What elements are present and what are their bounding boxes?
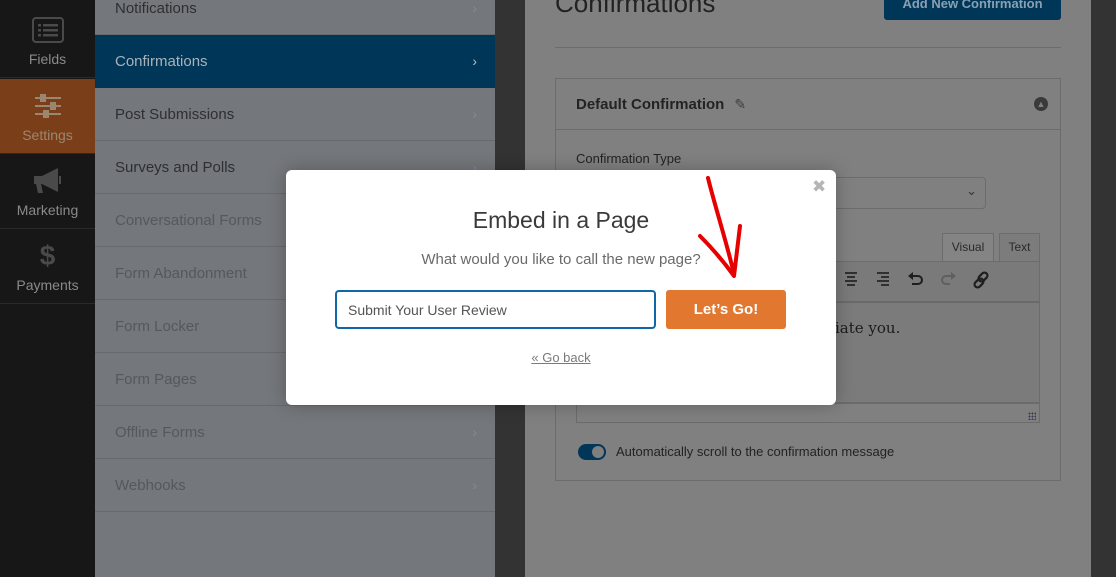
sliders-icon [34,91,62,121]
page-title: Confirmations [555,0,716,18]
rail-item-settings[interactable]: Settings [0,79,95,154]
chevron-right-icon: › [472,106,477,122]
align-center-icon[interactable] [843,271,859,292]
confirmation-panel-header[interactable]: Default Confirmation ✎ ▲ [556,79,1060,130]
divider [555,47,1061,48]
settings-menu-notifications[interactable]: Notifications › [95,0,495,35]
fields-list-icon [31,15,64,45]
embed-modal: ✖ Embed in a Page What would you like to… [286,170,836,405]
rail-item-fields[interactable]: Fields [0,3,95,78]
settings-menu-webhooks[interactable]: Webhooks › [95,459,495,512]
scrollbar-track [1091,0,1116,577]
resize-handle-icon[interactable] [1028,412,1036,420]
settings-menu-confirmations[interactable]: Confirmations › [95,35,495,88]
chevron-right-icon: › [472,53,477,69]
tab-visual[interactable]: Visual [942,233,994,261]
chevron-right-icon: › [472,424,477,440]
link-icon[interactable] [972,271,990,294]
chevron-down-icon: ⌄ [966,183,977,198]
pencil-icon[interactable]: ✎ [734,96,746,113]
auto-scroll-label: Automatically scroll to the confirmation… [616,444,895,459]
rail-label-marketing: Marketing [16,202,79,218]
dollar-icon: $ [39,240,56,271]
lets-go-button[interactable]: Let’s Go! [666,290,786,329]
settings-menu-offline-forms[interactable]: Offline Forms › [95,406,495,459]
editor-text: iate you. [835,319,901,337]
redo-icon[interactable] [939,271,957,292]
toggle-knob [592,446,604,458]
chevron-right-icon: › [472,0,477,16]
settings-menu-post-submissions[interactable]: Post Submissions › [95,88,495,141]
builder-sidebar: Fields Settings Marketing $ Payments [0,0,95,577]
rail-label-payments: Payments [16,277,79,293]
confirmation-type-label: Confirmation Type [576,151,682,166]
go-back-link[interactable]: « Go back [286,350,836,365]
add-new-confirmation-button[interactable]: Add New Confirmation [884,0,1061,20]
chevron-right-icon: › [472,477,477,493]
confirmation-name: Default Confirmation [576,95,725,113]
align-right-icon[interactable] [875,271,891,292]
rail-item-payments[interactable]: $ Payments [0,229,95,304]
modal-subtitle: What would you like to call the new page… [421,251,701,268]
megaphone-icon [32,166,64,196]
rail-item-marketing[interactable]: Marketing [0,154,95,229]
collapse-icon[interactable]: ▲ [1034,97,1048,111]
tab-text[interactable]: Text [999,233,1040,261]
modal-title: Embed in a Page [472,207,650,233]
auto-scroll-toggle[interactable] [578,444,606,460]
page-name-input[interactable] [335,290,656,329]
undo-icon[interactable] [907,271,925,292]
editor-statusbar [576,403,1040,423]
rail-label-settings: Settings [22,127,73,143]
close-icon[interactable]: ✖ [812,178,826,195]
rail-label-fields: Fields [28,51,67,67]
